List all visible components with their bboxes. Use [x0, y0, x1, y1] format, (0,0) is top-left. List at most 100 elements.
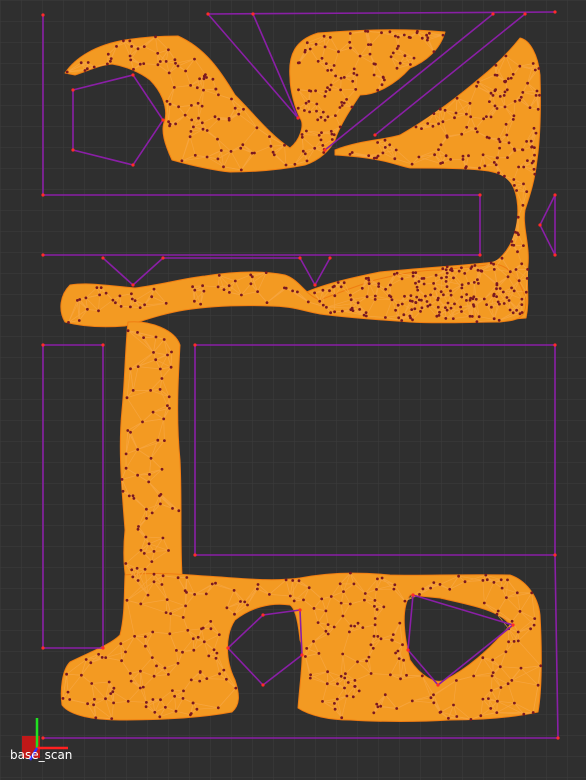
- mesh-sample-point: [324, 609, 328, 613]
- mesh-sample-point: [532, 126, 536, 130]
- mesh-sample-point: [503, 174, 506, 178]
- mesh-sample-point: [518, 64, 522, 68]
- mesh-sample-point: [434, 273, 438, 277]
- mesh-sample-point: [390, 298, 394, 302]
- mesh-sample-point: [80, 673, 83, 677]
- mesh-sample-point: [449, 289, 452, 293]
- mesh-sample-point: [315, 102, 319, 106]
- mesh-sample-point: [198, 671, 202, 674]
- mesh-sample-point: [167, 71, 171, 75]
- mesh-sample-point: [465, 299, 468, 302]
- mesh-sample-point: [376, 577, 379, 581]
- mesh-edge: [192, 638, 195, 651]
- mesh-sample-point: [389, 55, 393, 59]
- mesh-sample-point: [177, 105, 181, 109]
- mesh-sample-point: [329, 129, 333, 133]
- mesh-sample-point: [519, 666, 523, 670]
- mesh-sample-point: [317, 133, 321, 137]
- mesh-sample-point: [417, 155, 421, 159]
- mesh-sample-point: [129, 679, 133, 683]
- mesh-sample-point: [338, 582, 342, 586]
- mesh-sample-point: [348, 602, 352, 606]
- mesh-sample-point: [250, 275, 254, 279]
- mesh-sample-point: [136, 473, 140, 477]
- mesh-sample-point: [415, 295, 419, 299]
- mesh-sample-point: [110, 717, 114, 720]
- mesh-sample-point: [445, 285, 449, 288]
- mesh-sample-point: [530, 145, 533, 149]
- mesh-sample-point: [232, 589, 236, 592]
- mesh-sample-point: [229, 150, 233, 153]
- mesh-sample-point: [340, 309, 344, 313]
- mesh-sample-point: [405, 673, 408, 677]
- mesh-sample-point: [478, 166, 481, 170]
- mesh-sample-point: [429, 293, 432, 297]
- mesh-sample-point: [316, 59, 320, 63]
- mesh-sample-point: [457, 574, 460, 578]
- mesh-sample-point: [205, 677, 209, 680]
- mesh-sample-point: [452, 703, 455, 707]
- mesh-sample-point: [520, 303, 524, 306]
- mesh-sample-point: [438, 583, 442, 586]
- mesh-sample-point: [196, 635, 200, 639]
- mesh-sample-point: [489, 689, 493, 692]
- mesh-sample-point: [402, 313, 406, 317]
- mesh-sample-point: [109, 692, 113, 695]
- mesh-sample-point: [159, 698, 162, 702]
- mesh-sample-point: [395, 707, 399, 710]
- mesh-sample-point: [389, 673, 392, 677]
- mesh-sample-point: [337, 50, 340, 54]
- mesh-sample-point: [307, 586, 311, 590]
- mesh-sample-point: [473, 264, 477, 267]
- mesh-sample-point: [162, 338, 166, 341]
- mesh-sample-point: [389, 283, 392, 287]
- mesh-sample-point: [338, 125, 342, 129]
- mesh-sample-point: [217, 633, 221, 637]
- mesh-sample-point: [384, 316, 387, 319]
- mesh-sample-point: [198, 679, 202, 683]
- mesh-sample-point: [414, 125, 418, 129]
- mesh-sample-point: [345, 694, 349, 698]
- mesh-sample-point: [176, 576, 180, 580]
- mesh-sample-point: [283, 143, 286, 147]
- mesh-sample-point: [403, 599, 407, 603]
- mesh-sample-point: [495, 287, 498, 291]
- mesh-sample-point: [272, 153, 276, 157]
- mesh-sample-point: [492, 581, 496, 584]
- mesh-sample-point: [436, 305, 440, 309]
- mesh-sample-point: [189, 713, 192, 717]
- mesh-sample-point: [151, 410, 155, 414]
- mesh-sample-point: [469, 115, 473, 119]
- rviz-3d-viewport[interactable]: base_scan: [0, 0, 586, 780]
- mesh-sample-point: [414, 271, 418, 274]
- mesh-sample-point: [485, 578, 489, 582]
- mesh-sample-point: [296, 290, 299, 294]
- mesh-sample-point: [502, 94, 506, 97]
- mesh-sample-point: [324, 90, 328, 93]
- mesh-sample-point: [202, 640, 206, 644]
- mesh-sample-point: [177, 509, 181, 513]
- mesh-sample-point: [328, 88, 332, 92]
- mesh-sample-point: [321, 303, 325, 307]
- mesh-sample-point: [381, 151, 385, 155]
- mesh-sample-point: [343, 686, 346, 690]
- mesh-sample-point: [323, 118, 327, 122]
- mesh-sample-point: [460, 283, 464, 287]
- mesh-sample-point: [164, 611, 168, 614]
- mesh-sample-point: [321, 110, 325, 114]
- mesh-sample-point: [444, 154, 448, 158]
- mesh-sample-point: [115, 45, 118, 48]
- mesh-sample-point: [326, 623, 330, 626]
- scene-canvas[interactable]: [0, 0, 586, 780]
- mesh-sample-point: [503, 80, 506, 83]
- mesh-sample-point: [167, 673, 170, 676]
- mesh-sample-point: [222, 668, 226, 672]
- mesh-sample-point: [376, 705, 380, 709]
- mesh-sample-point: [496, 609, 500, 613]
- mesh-sample-point: [485, 303, 488, 306]
- mesh-sample-point: [349, 46, 352, 50]
- mesh-sample-point: [95, 286, 99, 289]
- mesh-sample-point: [352, 582, 356, 586]
- mesh-sample-point: [171, 507, 174, 510]
- mesh-sample-point: [409, 294, 413, 297]
